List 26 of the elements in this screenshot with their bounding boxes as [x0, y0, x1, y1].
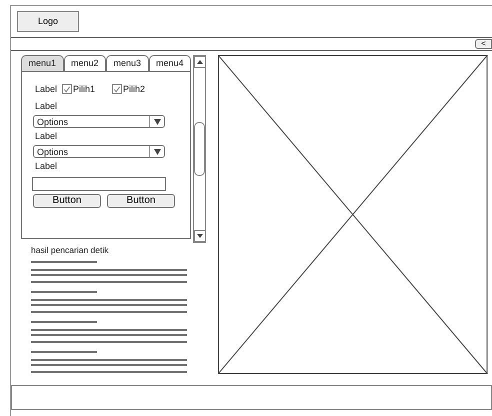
collapse-button[interactable]: <	[475, 38, 492, 49]
tab[interactable]: menu2	[64, 55, 106, 72]
button[interactable]: Button	[33, 194, 101, 208]
field-label: Label	[35, 161, 58, 172]
field-label: Label	[35, 131, 58, 142]
field-label: Label	[35, 84, 58, 94]
tab[interactable]: menu1	[21, 55, 64, 72]
dropdown-arrow-icon	[149, 116, 164, 128]
logo-button[interactable]: Logo	[17, 10, 79, 32]
dropdown[interactable]: Options	[33, 145, 165, 158]
tab[interactable]: menu4	[148, 55, 191, 72]
field-label: Label	[35, 101, 58, 112]
check-icon	[113, 84, 122, 94]
button[interactable]: Button	[107, 194, 175, 208]
scroll-thumb[interactable]	[194, 122, 205, 176]
input-field[interactable]	[32, 177, 166, 192]
scroll-down-icon[interactable]	[194, 230, 206, 242]
results-heading: hasil pencarian detik	[31, 245, 110, 256]
check-icon	[63, 84, 72, 94]
checkbox[interactable]: Pilih1	[62, 84, 96, 94]
scrollbar[interactable]	[193, 55, 206, 244]
tab[interactable]: menu3	[106, 55, 148, 72]
dropdown[interactable]: Options	[33, 115, 165, 128]
dropdown-arrow-icon	[149, 146, 164, 158]
checkbox[interactable]: Pilih2	[112, 84, 146, 94]
scroll-up-icon[interactable]	[194, 56, 206, 68]
